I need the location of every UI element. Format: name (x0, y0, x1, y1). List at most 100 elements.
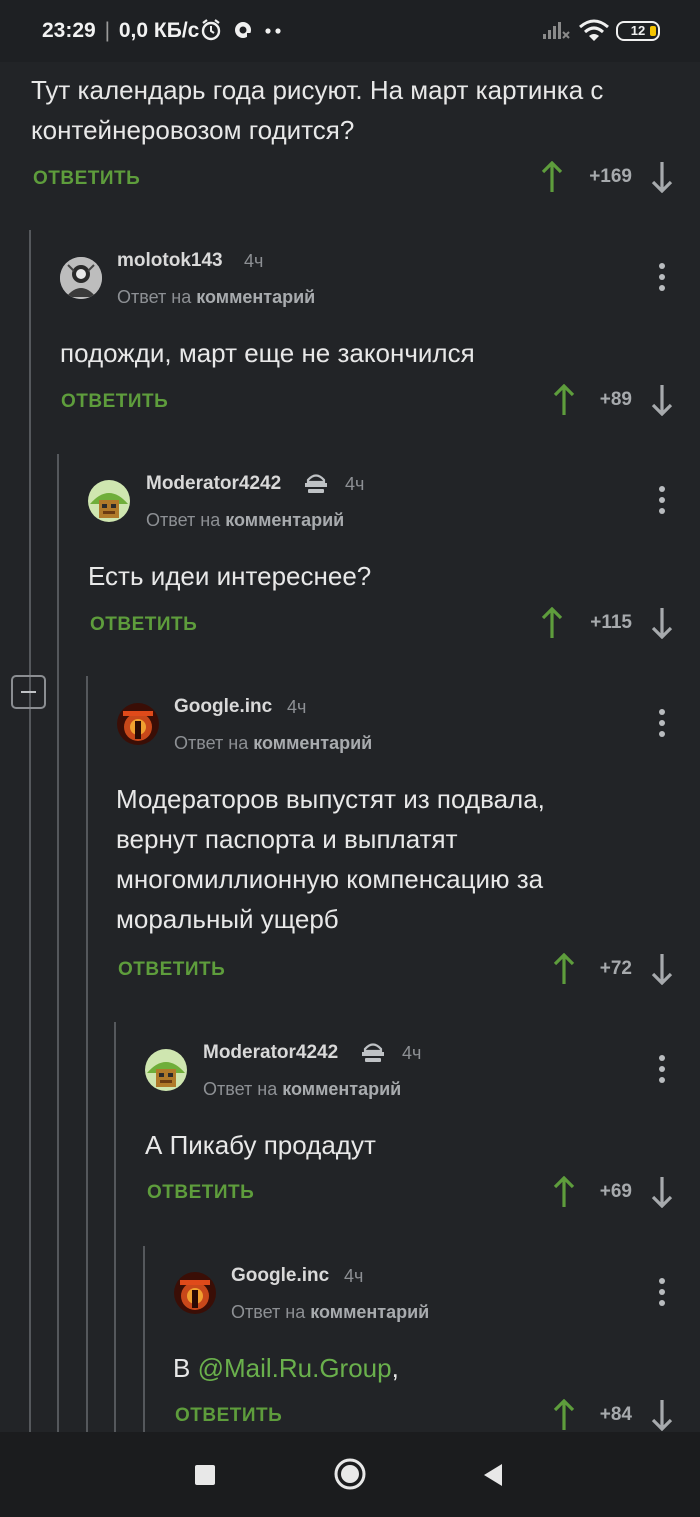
downvote-arrow-icon[interactable] (650, 1176, 674, 1208)
reply-to-info[interactable]: Ответ на комментарий (146, 510, 344, 531)
moderator-badge-icon (305, 474, 327, 493)
comment-text-suffix: , (391, 1353, 399, 1383)
moderator-badge-icon (362, 1043, 384, 1062)
reply-to-prefix: Ответ на (203, 1079, 278, 1099)
collapse-thread-button[interactable] (11, 675, 46, 709)
recent-apps-button[interactable] (193, 1463, 217, 1487)
comment-author[interactable]: Google.inc (174, 696, 272, 718)
network-speed: 0,0 КБ/с (118, 19, 200, 43)
downvote-arrow-icon[interactable] (650, 161, 674, 193)
reply-to-prefix: Ответ на (174, 733, 249, 753)
comment-thread[interactable]: Тут календарь года рисуют. На март карти… (0, 62, 700, 1432)
reply-button[interactable]: ОТВЕТИТЬ (61, 391, 168, 413)
vote-controls: +69 (552, 1176, 680, 1210)
comment-time: 4ч (287, 697, 307, 717)
status-bar: 23:29 | 0,0 КБ/с 12 (0, 0, 700, 62)
more-options-icon[interactable] (658, 1055, 666, 1083)
comment-text: В @Mail.Ru.Group, (173, 1348, 399, 1388)
app-notification-icon (235, 22, 253, 39)
battery-fill (650, 26, 656, 36)
reply-to-target[interactable]: комментарий (310, 1302, 429, 1322)
comment-text: Есть идеи интереснее? (88, 561, 372, 591)
thread-line-level-3[interactable] (86, 676, 88, 1432)
status-time: 23:29 (42, 19, 96, 43)
avatar[interactable] (174, 1272, 216, 1314)
comment-author[interactable]: molotok143 (117, 250, 223, 272)
comment-time: 4ч (402, 1043, 422, 1063)
reply-to-info[interactable]: Ответ на комментарий (174, 733, 372, 754)
avatar-image (88, 480, 130, 522)
downvote-arrow-icon[interactable] (650, 607, 674, 639)
reply-to-target[interactable]: комментарий (282, 1079, 401, 1099)
avatar-image (117, 703, 159, 745)
comment-score: +84 (599, 1404, 632, 1425)
signal-icon (543, 22, 570, 39)
thread-line-level-5[interactable] (143, 1246, 145, 1432)
navigation-bar (0, 1432, 700, 1517)
more-options-icon[interactable] (658, 709, 666, 737)
thread-line-level-2[interactable] (57, 454, 59, 1432)
comment-text: подожди, март еще не закончился (60, 338, 475, 368)
avatar[interactable] (117, 703, 159, 745)
comment-author[interactable]: Google.inc (231, 1265, 329, 1287)
vote-controls: +72 (552, 953, 680, 987)
home-button[interactable] (333, 1457, 367, 1491)
comment-time: 4ч (345, 474, 365, 494)
comment-time: 4ч (244, 251, 264, 271)
status-left: 23:29 | 0,0 КБ/с (42, 19, 199, 43)
avatar[interactable] (145, 1049, 187, 1091)
reply-to-target[interactable]: комментарий (225, 510, 344, 530)
battery-level: 12 (630, 23, 646, 38)
reply-button[interactable]: ОТВЕТИТЬ (90, 614, 197, 636)
comment-time: 4ч (344, 1266, 364, 1286)
upvote-arrow-icon[interactable] (540, 161, 564, 193)
reply-to-prefix: Ответ на (231, 1302, 306, 1322)
comment-author[interactable]: Moderator4242 (146, 473, 281, 495)
battery-icon: 12 (616, 21, 660, 41)
more-options-icon[interactable] (658, 1278, 666, 1306)
avatar-image (145, 1049, 187, 1091)
reply-to-target[interactable]: комментарий (253, 733, 372, 753)
vote-controls: +89 (552, 384, 680, 418)
back-button[interactable] (481, 1462, 505, 1488)
reply-to-prefix: Ответ на (117, 287, 192, 307)
downvote-arrow-icon[interactable] (650, 384, 674, 416)
comment-score: +115 (590, 612, 632, 633)
status-separator: | (104, 19, 111, 43)
vote-controls: +115 (540, 607, 680, 641)
avatar[interactable] (60, 257, 102, 299)
thread-line-level-1[interactable] (29, 230, 31, 1432)
reply-to-info[interactable]: Ответ на комментарий (117, 287, 315, 308)
avatar[interactable] (88, 480, 130, 522)
downvote-arrow-icon[interactable] (650, 1399, 674, 1431)
comment-text: А Пикабу продадут (145, 1130, 376, 1160)
thread-line-level-4[interactable] (114, 1022, 116, 1432)
avatar-image (174, 1272, 216, 1314)
vote-controls: +84 (552, 1399, 680, 1432)
comment-score: +169 (589, 166, 632, 187)
reply-button[interactable]: ОТВЕТИТЬ (147, 1182, 254, 1204)
reply-button[interactable]: ОТВЕТИТЬ (33, 168, 140, 190)
reply-button[interactable]: ОТВЕТИТЬ (118, 959, 225, 981)
more-options-icon[interactable] (658, 263, 666, 291)
comment-score: +72 (599, 958, 632, 979)
comment-author[interactable]: Moderator4242 (203, 1042, 338, 1064)
alarm-icon (201, 19, 221, 41)
more-dots-icon (265, 28, 281, 34)
comment-text: Модераторов выпустят из подвала, вернут … (116, 784, 545, 934)
comment-text-prefix: В (173, 1353, 198, 1383)
reply-to-info[interactable]: Ответ на комментарий (203, 1079, 401, 1100)
reply-button[interactable]: ОТВЕТИТЬ (175, 1405, 282, 1427)
upvote-arrow-icon[interactable] (540, 607, 564, 639)
reply-to-info[interactable]: Ответ на комментарий (231, 1302, 429, 1323)
wifi-icon (579, 19, 609, 41)
comment-text: Тут календарь года рисуют. На март карти… (31, 75, 604, 145)
comment-score: +69 (599, 1181, 632, 1202)
avatar-image (60, 257, 102, 299)
user-mention-link[interactable]: @Mail.Ru.Group (198, 1353, 392, 1383)
downvote-arrow-icon[interactable] (650, 953, 674, 985)
comment-score: +89 (599, 389, 632, 410)
more-options-icon[interactable] (658, 486, 666, 514)
reply-to-target[interactable]: комментарий (196, 287, 315, 307)
reply-to-prefix: Ответ на (146, 510, 221, 530)
